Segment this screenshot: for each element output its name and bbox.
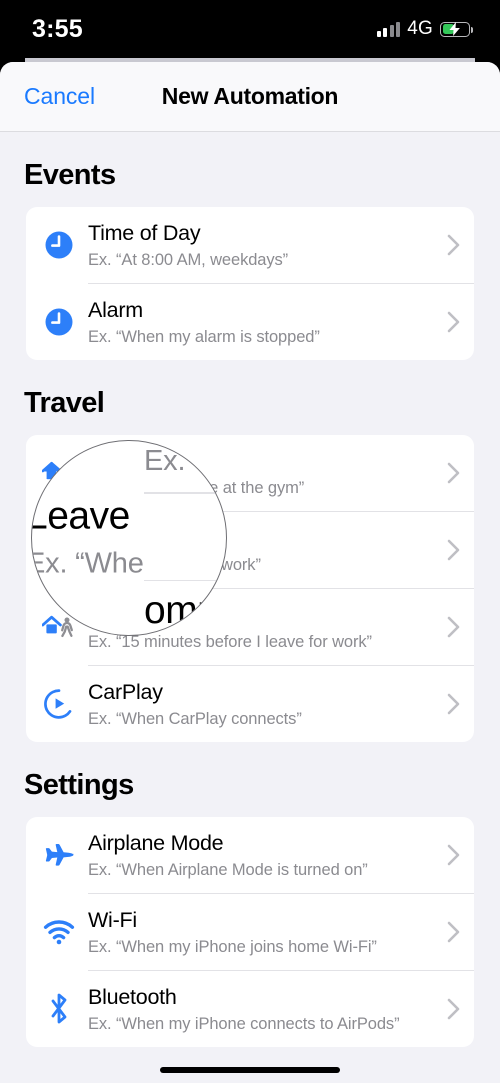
- events-card: Time of Day Ex. “At 8:00 AM, weekdays” A…: [26, 207, 474, 360]
- section-header-settings: Settings: [24, 769, 134, 801]
- row-text: Time of Day Ex. “At 8:00 AM, weekdays”: [88, 220, 432, 270]
- chevron-right-icon: [432, 311, 474, 333]
- status-indicators: 4G: [376, 18, 474, 40]
- battery-charging-icon: [440, 21, 474, 37]
- row-subtitle: Ex. “When CarPlay connects”: [88, 709, 302, 728]
- chevron-right-icon: [432, 234, 474, 256]
- section-header-events: Events: [24, 159, 116, 191]
- cancel-button[interactable]: Cancel: [24, 83, 95, 110]
- chevron-right-icon: [432, 844, 474, 866]
- row-subtitle: Ex. “When my alarm is stopped”: [88, 327, 320, 346]
- home-indicator: [160, 1067, 340, 1073]
- row-subtitle: Ex. “15 minutes before I leave for work”: [88, 632, 372, 651]
- row-title: Alarm: [88, 298, 143, 323]
- row-airplane-mode[interactable]: Airplane Mode Ex. “When Airplane Mode is…: [26, 817, 474, 893]
- section-header-travel: Travel: [24, 387, 105, 419]
- row-subtitle: Ex. “When my iPhone connects to AirPods”: [88, 1014, 400, 1033]
- row-text: Airplane Mode Ex. “When Airplane Mode is…: [88, 830, 432, 880]
- row-text: Alarm Ex. “When my alarm is stopped”: [88, 297, 432, 347]
- loupe-partial-above: Ex. “W: [32, 445, 226, 494]
- loupe-focused-title: Leave: [31, 494, 130, 538]
- row-alarm[interactable]: Alarm Ex. “When my alarm is stopped”: [26, 284, 474, 360]
- row-wifi[interactable]: Wi-Fi Ex. “When my iPhone joins home Wi-…: [26, 894, 474, 970]
- row-title: Airplane Mode: [88, 831, 224, 856]
- chevron-right-icon: [432, 921, 474, 943]
- row-bluetooth[interactable]: Bluetooth Ex. “When my iPhone connects t…: [26, 971, 474, 1047]
- chevron-right-icon: [432, 539, 474, 561]
- row-title: Time of Day: [88, 221, 201, 246]
- row-subtitle: Ex. “At 8:00 AM, weekdays”: [88, 250, 289, 269]
- wifi-icon: [26, 919, 88, 945]
- loupe-above-subtitle: Ex. “W: [144, 445, 227, 477]
- alarm-clock-icon: [26, 307, 88, 337]
- chevron-right-icon: [432, 693, 474, 715]
- phone-screen: 3:55 4G Cancel New Automation Events Tim…: [0, 0, 500, 1083]
- row-text: Bluetooth Ex. “When my iPhone connects t…: [88, 984, 432, 1034]
- magnifier-loupe: Ex. “W Leave Ex. “Whe omm: [31, 440, 227, 636]
- carplay-icon: [26, 688, 88, 720]
- clock-icon: [26, 230, 88, 260]
- row-title: Bluetooth: [88, 985, 177, 1010]
- airplane-icon: [26, 841, 88, 869]
- row-time-of-day[interactable]: Time of Day Ex. “At 8:00 AM, weekdays”: [26, 207, 474, 283]
- bluetooth-icon: [26, 992, 88, 1026]
- settings-card: Airplane Mode Ex. “When Airplane Mode is…: [26, 817, 474, 1047]
- chevron-right-icon: [432, 998, 474, 1020]
- loupe-divider: [144, 579, 226, 581]
- row-subtitle: Ex. “When my iPhone joins home Wi-Fi”: [88, 937, 377, 956]
- row-title: Wi-Fi: [88, 908, 137, 933]
- charging-bolt-icon: [449, 22, 461, 36]
- loupe-partial-below: ommute: [32, 566, 226, 634]
- cellular-signal-icon: [376, 21, 401, 37]
- loupe-below-title: ommute: [144, 589, 227, 632]
- loupe-divider: [144, 492, 226, 494]
- status-time: 3:55: [32, 14, 83, 43]
- row-text: CarPlay Ex. “When CarPlay connects”: [88, 679, 432, 729]
- row-subtitle: Ex. “When Airplane Mode is turned on”: [88, 860, 368, 879]
- chevron-right-icon: [432, 616, 474, 638]
- chevron-right-icon: [432, 462, 474, 484]
- row-carplay[interactable]: CarPlay Ex. “When CarPlay connects”: [26, 666, 474, 742]
- row-title: CarPlay: [88, 680, 163, 705]
- row-text: Wi-Fi Ex. “When my iPhone joins home Wi-…: [88, 907, 432, 957]
- navigation-bar: Cancel New Automation: [0, 62, 500, 132]
- status-bar: 3:55 4G: [0, 0, 500, 58]
- network-type-label: 4G: [407, 18, 433, 39]
